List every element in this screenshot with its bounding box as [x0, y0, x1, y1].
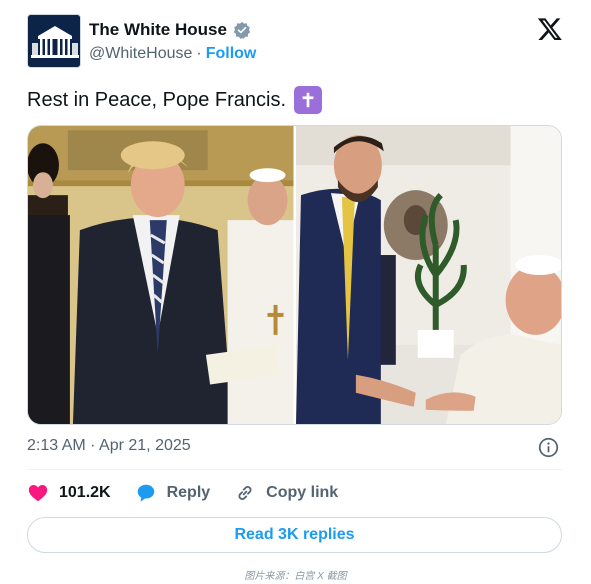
verified-badge-icon	[233, 21, 251, 39]
tweet-text: Rest in Peace, Pope Francis.	[27, 86, 323, 114]
like-count: 101.2K	[59, 484, 111, 501]
name-row: The White House	[89, 20, 251, 40]
copy-link-label: Copy link	[266, 484, 339, 501]
timestamp-row: 2:13 AM · Apr 21, 2025	[27, 437, 562, 459]
link-icon	[238, 486, 252, 500]
reply-button[interactable]: Reply	[135, 482, 211, 504]
read-replies-button[interactable]: Read 3K replies	[27, 517, 562, 553]
photo-trump-with-pope[interactable]	[28, 126, 294, 424]
reply-bubble-icon	[137, 484, 154, 502]
image-source-caption: 图片来源：白宫 X 截图	[244, 571, 347, 582]
heart-icon	[28, 485, 48, 502]
tweet-header: The White House @WhiteHouse · Follow	[27, 14, 567, 70]
like-button[interactable]: 101.2K	[27, 482, 111, 504]
latin-cross-emoji-icon	[294, 86, 323, 114]
x-logo-icon[interactable]	[537, 16, 563, 42]
display-name[interactable]: The White House	[89, 20, 227, 40]
timestamp[interactable]: 2:13 AM · Apr 21, 2025	[27, 437, 191, 454]
action-bar: 101.2K Reply Copy link	[27, 482, 362, 504]
tweet-media	[27, 125, 562, 425]
reply-label: Reply	[166, 484, 211, 501]
separator-dot: ·	[196, 45, 202, 62]
copy-link-button[interactable]: Copy link	[234, 482, 338, 504]
divider	[27, 469, 562, 470]
handle[interactable]: @WhiteHouse	[89, 45, 192, 63]
follow-button[interactable]: Follow	[206, 45, 257, 63]
handle-row: @WhiteHouse · Follow	[89, 45, 256, 63]
white-house-avatar[interactable]	[27, 14, 81, 68]
tweet-body: Rest in Peace, Pope Francis.	[27, 88, 287, 111]
white-house-building-icon	[28, 15, 80, 67]
photo-vance-with-pope[interactable]	[295, 126, 561, 424]
info-icon[interactable]	[538, 437, 559, 458]
